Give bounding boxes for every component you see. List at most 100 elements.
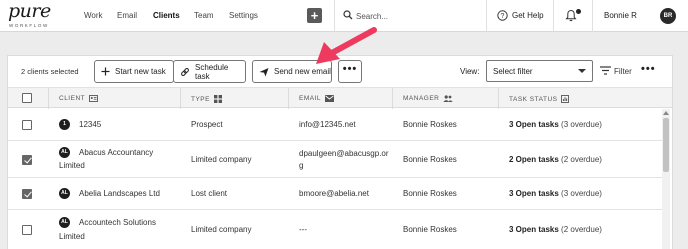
- column-header-task-status[interactable]: TASK STATUS: [509, 95, 570, 103]
- task-status[interactable]: 2 Open tasks (2 overdue): [509, 154, 602, 165]
- chevron-down-icon: [578, 69, 586, 73]
- overdue-count: (3 overdue): [558, 120, 602, 129]
- overdue-count: (3 overdue): [558, 189, 602, 198]
- client-name-continued[interactable]: Limited: [59, 231, 85, 242]
- client-manager: Bonnie Roskes: [403, 189, 457, 198]
- divider: [486, 0, 487, 32]
- task-status[interactable]: 3 Open tasks (2 overdue): [509, 224, 602, 235]
- scrollbar-thumb[interactable]: [663, 118, 669, 172]
- client-type: Lost client: [191, 189, 228, 198]
- client-type: Limited company: [191, 155, 252, 164]
- column-divider: [498, 88, 499, 109]
- help-icon[interactable]: ?: [497, 10, 508, 23]
- schedule-task-button[interactable]: Schedule task: [173, 60, 246, 83]
- nav-item-settings[interactable]: Settings: [229, 11, 258, 20]
- column-header-email[interactable]: EMAIL: [299, 95, 335, 102]
- column-header-type-label: TYPE: [191, 95, 210, 103]
- grid-icon: [213, 95, 222, 103]
- open-tasks-count: 3 Open tasks: [509, 189, 559, 198]
- notification-badge: [576, 9, 581, 14]
- schedule-task-label: Schedule task: [195, 62, 229, 81]
- row-checkbox[interactable]: [22, 225, 32, 235]
- client-email[interactable]: dpaulgeen@abacusgp.or: [299, 148, 389, 159]
- add-new-button[interactable]: +: [307, 8, 322, 23]
- envelope-icon: [325, 95, 335, 102]
- filter-button[interactable]: Filter: [614, 67, 632, 76]
- client-name[interactable]: Accountech Solutions: [79, 217, 156, 228]
- client-avatar: AL: [59, 188, 70, 199]
- client-email-continued[interactable]: g: [299, 160, 303, 171]
- table-row[interactable]: AL Abelia Landscapes Ltd Lost client bmo…: [8, 178, 663, 210]
- get-help-link[interactable]: Get Help: [512, 11, 544, 20]
- chart-icon: [561, 95, 570, 103]
- client-manager: Bonnie Roskes: [403, 155, 457, 164]
- scroll-up-icon[interactable]: [663, 111, 669, 115]
- row-checkbox[interactable]: [22, 155, 32, 165]
- table-header: CLIENT TYPE EMAIL MANAGER TASK STATUS: [8, 87, 672, 109]
- task-status[interactable]: 3 Open tasks (3 overdue): [509, 119, 602, 130]
- selected-count: 2 clients selected: [21, 67, 79, 76]
- pure-workflow-logo[interactable]: pure WORKFLOW: [8, 0, 62, 30]
- client-manager: Bonnie Roskes: [403, 225, 457, 234]
- column-divider: [48, 88, 49, 109]
- client-manager: Bonnie Roskes: [403, 120, 457, 129]
- vertical-scrollbar[interactable]: [662, 109, 670, 249]
- column-divider: [392, 88, 393, 109]
- client-name[interactable]: Abacus Accountancy: [79, 147, 153, 158]
- client-email[interactable]: bmoore@abelia.net: [299, 188, 369, 199]
- svg-text:?: ?: [501, 13, 505, 20]
- table-row[interactable]: AL Accountech Solutions Limited Limited …: [8, 210, 663, 249]
- nav-item-team[interactable]: Team: [194, 11, 214, 20]
- table-row[interactable]: 1 12345 Prospect info@12345.net Bonnie R…: [8, 109, 663, 141]
- client-avatar: AL: [59, 147, 70, 158]
- start-new-task-label: Start new task: [115, 67, 166, 76]
- row-checkbox[interactable]: [22, 120, 32, 130]
- avatar[interactable]: BR: [660, 8, 676, 24]
- divider: [553, 0, 554, 32]
- column-header-manager[interactable]: MANAGER: [403, 95, 454, 102]
- column-header-email-label: EMAIL: [299, 95, 322, 102]
- start-new-task-button[interactable]: Start new task: [94, 60, 174, 83]
- open-tasks-count: 2 Open tasks: [509, 155, 559, 164]
- id-card-icon: [89, 95, 99, 102]
- user-name[interactable]: Bonnie R: [604, 11, 637, 20]
- client-avatar: 1: [59, 119, 70, 130]
- send-icon: [259, 67, 269, 77]
- column-header-client-label: CLIENT: [59, 95, 86, 102]
- column-header-manager-label: MANAGER: [403, 95, 440, 102]
- nav-item-work[interactable]: Work: [84, 11, 103, 20]
- select-all-checkbox[interactable]: [22, 93, 32, 103]
- open-tasks-count: 3 Open tasks: [509, 120, 559, 129]
- filter-icon[interactable]: [600, 66, 611, 77]
- open-tasks-count: 3 Open tasks: [509, 225, 559, 234]
- client-name[interactable]: 12345: [79, 119, 101, 130]
- logo-word: pure: [8, 0, 51, 22]
- column-header-type[interactable]: TYPE: [191, 95, 222, 103]
- row-checkbox[interactable]: [22, 189, 32, 199]
- view-filter-value: Select filter: [493, 67, 533, 76]
- overdue-count: (2 overdue): [558, 155, 602, 164]
- view-filter-select[interactable]: Select filter: [486, 60, 593, 82]
- people-icon: [443, 95, 454, 102]
- column-divider: [180, 88, 181, 109]
- nav-item-clients[interactable]: Clients: [153, 11, 180, 20]
- annotation-arrow-icon: [316, 27, 377, 64]
- table-row[interactable]: AL Abacus Accountancy Limited Limited co…: [8, 141, 663, 178]
- clients-panel: 2 clients selected Start new task Schedu…: [7, 55, 673, 249]
- task-status[interactable]: 3 Open tasks (3 overdue): [509, 188, 602, 199]
- client-email: ---: [299, 225, 307, 234]
- search-icon: [343, 10, 353, 22]
- plus-icon: [101, 67, 110, 76]
- nav-item-email[interactable]: Email: [117, 11, 137, 20]
- client-email[interactable]: info@12345.net: [299, 119, 356, 130]
- client-avatar: AL: [59, 217, 70, 228]
- column-header-client[interactable]: CLIENT: [59, 95, 99, 102]
- table-options-button[interactable]: •••: [641, 63, 656, 75]
- client-type: Prospect: [191, 120, 223, 129]
- search-input[interactable]: [356, 9, 476, 23]
- client-type: Limited company: [191, 225, 252, 234]
- client-name-continued[interactable]: Limited: [59, 160, 85, 171]
- view-label: View:: [460, 67, 480, 76]
- client-name[interactable]: Abelia Landscapes Ltd: [79, 188, 160, 199]
- logo-subtext: WORKFLOW: [9, 23, 49, 28]
